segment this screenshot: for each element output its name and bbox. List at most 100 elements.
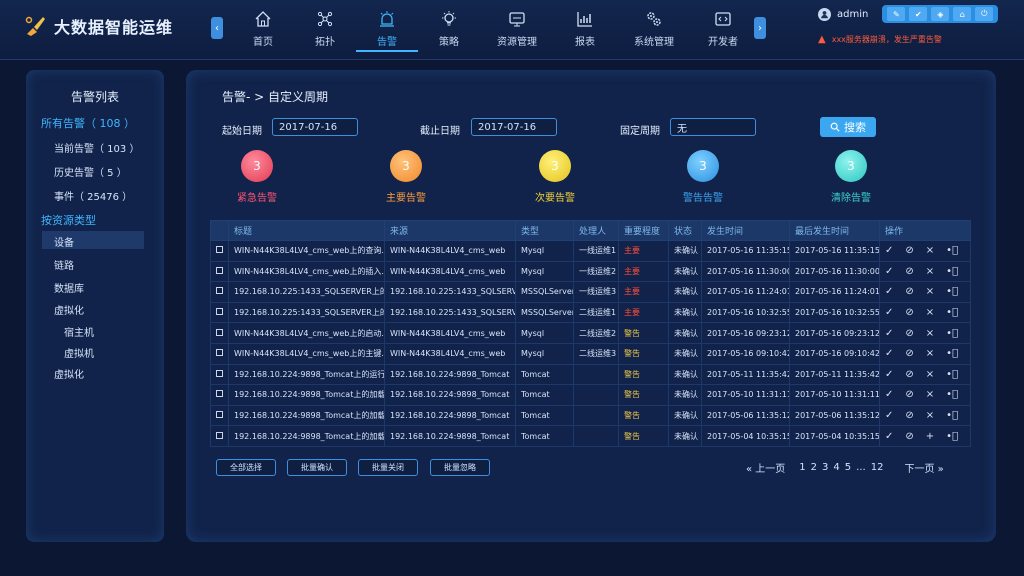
nav-item-alarm[interactable]: 告警 [356, 8, 418, 52]
row-checkbox[interactable] [216, 369, 223, 377]
assign-icon[interactable]: •⃣ [946, 266, 958, 277]
table-row[interactable]: 192.168.10.225:1433_SQLSERVER上的... 192.16… [210, 281, 971, 303]
close-icon[interactable]: × [926, 266, 934, 277]
confirm-check-icon[interactable]: ✓ [885, 245, 893, 256]
close-icon[interactable]: × [926, 410, 934, 421]
search-button[interactable]: 搜索 [820, 117, 876, 137]
column-header[interactable]: 重要程度 [618, 220, 669, 241]
table-row[interactable]: 192.168.10.224:9898_Tomcat上的加载... 192.168… [210, 425, 971, 447]
table-row[interactable]: 192.168.10.224:9898_Tomcat上的运行... 192.168… [210, 363, 971, 386]
table-row[interactable]: WIN-N44K38L4LV4_cms_web上的查询... WIN-N44K38… [210, 240, 971, 262]
table-row[interactable]: 192.168.10.225:1433_SQLSERVER上的... 192.16… [210, 301, 971, 324]
sidebar-item-virtualization[interactable]: 虚拟化 [54, 302, 84, 317]
sidebar-all-alarms[interactable]: 所有告警（ 108 ） [41, 115, 135, 131]
bulk-close-button[interactable]: 批量关闭 [358, 459, 418, 476]
nav-item-developer[interactable]: 开发者 [692, 8, 754, 52]
assign-icon[interactable]: •⃣ [946, 328, 958, 339]
close-icon[interactable]: × [926, 307, 934, 318]
ignore-icon[interactable]: ⊘ [905, 307, 913, 318]
row-checkbox[interactable] [216, 287, 223, 295]
stat-warning[interactable]: 3 警告告警 [663, 150, 743, 204]
column-header[interactable]: 来源 [384, 220, 516, 241]
bulk-confirm-button[interactable]: 批量确认 [287, 459, 347, 476]
assign-icon[interactable]: •⃣ [946, 369, 958, 380]
sidebar-item-events[interactable]: 事件（ 25476 ） [54, 188, 132, 203]
edit-icon[interactable]: ✎ [887, 7, 906, 21]
row-checkbox[interactable] [216, 390, 223, 398]
page-link[interactable]: 12 [871, 462, 884, 473]
sidebar-item-device[interactable]: 设备 [42, 231, 144, 249]
row-checkbox[interactable] [216, 431, 223, 439]
sidebar-by-resource[interactable]: 按资源类型 [41, 212, 96, 228]
column-header[interactable]: 处理人 [573, 220, 619, 241]
sidebar-item-link[interactable]: 链路 [54, 257, 74, 272]
page-link[interactable]: 3 [822, 462, 828, 473]
period-select[interactable] [670, 118, 756, 136]
page-link[interactable]: 4 [833, 462, 839, 473]
table-row[interactable]: WIN-N44K38L4LV4_cms_web上的启动... WIN-N44K38… [210, 322, 971, 344]
select-all-button[interactable]: 全部选择 [216, 459, 276, 476]
shield-icon[interactable]: ◈ [931, 7, 950, 21]
row-checkbox[interactable] [216, 411, 223, 419]
nav-prev-arrow[interactable]: ‹ [211, 17, 223, 39]
confirm-check-icon[interactable]: ✓ [885, 307, 893, 318]
ignore-icon[interactable]: ⊘ [905, 369, 913, 380]
user-avatar-icon[interactable] [818, 7, 831, 21]
nav-item-home[interactable]: 首页 [232, 8, 294, 52]
stat-cleared[interactable]: 3 清除告警 [811, 150, 891, 204]
sidebar-item-history[interactable]: 历史告警（ 5 ） [54, 164, 127, 179]
ignore-icon[interactable]: ⊘ [905, 389, 913, 400]
assign-icon[interactable]: •⃣ [946, 389, 958, 400]
close-icon[interactable]: × [926, 369, 934, 380]
sidebar-item-vm[interactable]: 虚拟机 [64, 345, 94, 360]
end-date-input[interactable] [471, 118, 557, 136]
prev-page-button[interactable]: « 上一页 [746, 460, 785, 475]
ignore-icon[interactable]: ⊘ [905, 266, 913, 277]
stat-major[interactable]: 3 主要告警 [366, 150, 446, 204]
nav-item-system[interactable]: 系统管理 [616, 8, 692, 52]
nav-next-arrow[interactable]: › [754, 17, 766, 39]
assign-icon[interactable]: •⃣ [946, 348, 958, 359]
column-header[interactable]: 标题 [228, 220, 385, 241]
column-header[interactable]: 类型 [515, 220, 574, 241]
nav-item-resources[interactable]: 资源管理 [480, 8, 554, 52]
confirm-check-icon[interactable]: ✓ [885, 369, 893, 380]
assign-icon[interactable]: •⃣ [946, 431, 958, 442]
table-row[interactable]: 192.168.10.224:9898_Tomcat上的加载... 192.168… [210, 404, 971, 427]
alert-banner[interactable]: ▲ xxx服务器崩溃，发生严重告警 [818, 34, 942, 45]
row-checkbox[interactable] [216, 246, 223, 254]
ignore-icon[interactable]: ⊘ [905, 410, 913, 421]
sidebar-item-virtualization-2[interactable]: 虚拟化 [54, 366, 84, 381]
ignore-icon[interactable]: ⊘ [905, 348, 913, 359]
nav-item-strategy[interactable]: 策略 [418, 8, 480, 52]
row-checkbox[interactable] [216, 328, 223, 336]
page-link[interactable]: 2 [811, 462, 817, 473]
nav-item-topology[interactable]: 拓扑 [294, 8, 356, 52]
ignore-icon[interactable]: ⊘ [905, 245, 913, 256]
ignore-icon[interactable]: ⊘ [905, 431, 913, 442]
close-icon[interactable]: × [926, 389, 934, 400]
confirm-check-icon[interactable]: ✓ [885, 431, 893, 442]
row-checkbox[interactable] [216, 349, 223, 357]
page-link[interactable]: 5 [845, 462, 851, 473]
close-icon[interactable]: + [926, 431, 934, 442]
ignore-icon[interactable]: ⊘ [905, 328, 913, 339]
page-link[interactable]: 1 [799, 462, 805, 473]
confirm-check-icon[interactable]: ✓ [885, 286, 893, 297]
close-icon[interactable]: × [926, 286, 934, 297]
confirm-check-icon[interactable]: ✓ [885, 389, 893, 400]
table-row[interactable]: 192.168.10.224:9898_Tomcat上的加载... 192.168… [210, 384, 971, 406]
column-header[interactable]: 发生时间 [701, 220, 790, 241]
power-icon[interactable]: ⏻ [975, 7, 994, 21]
stat-critical[interactable]: 3 紧急告警 [217, 150, 297, 204]
row-checkbox[interactable] [216, 266, 223, 274]
close-icon[interactable]: × [926, 245, 934, 256]
stat-minor[interactable]: 3 次要告警 [515, 150, 595, 204]
table-row[interactable]: WIN-N44K38L4LV4_cms_web上的插入... WIN-N44K38… [210, 260, 971, 283]
table-row[interactable]: WIN-N44K38L4LV4_cms_web上的主键... WIN-N44K38… [210, 342, 971, 365]
confirm-check-icon[interactable]: ✓ [885, 266, 893, 277]
ignore-icon[interactable]: ⊘ [905, 286, 913, 297]
close-icon[interactable]: × [926, 328, 934, 339]
assign-icon[interactable]: •⃣ [946, 410, 958, 421]
shield-check-icon[interactable]: ✔ [909, 7, 928, 21]
